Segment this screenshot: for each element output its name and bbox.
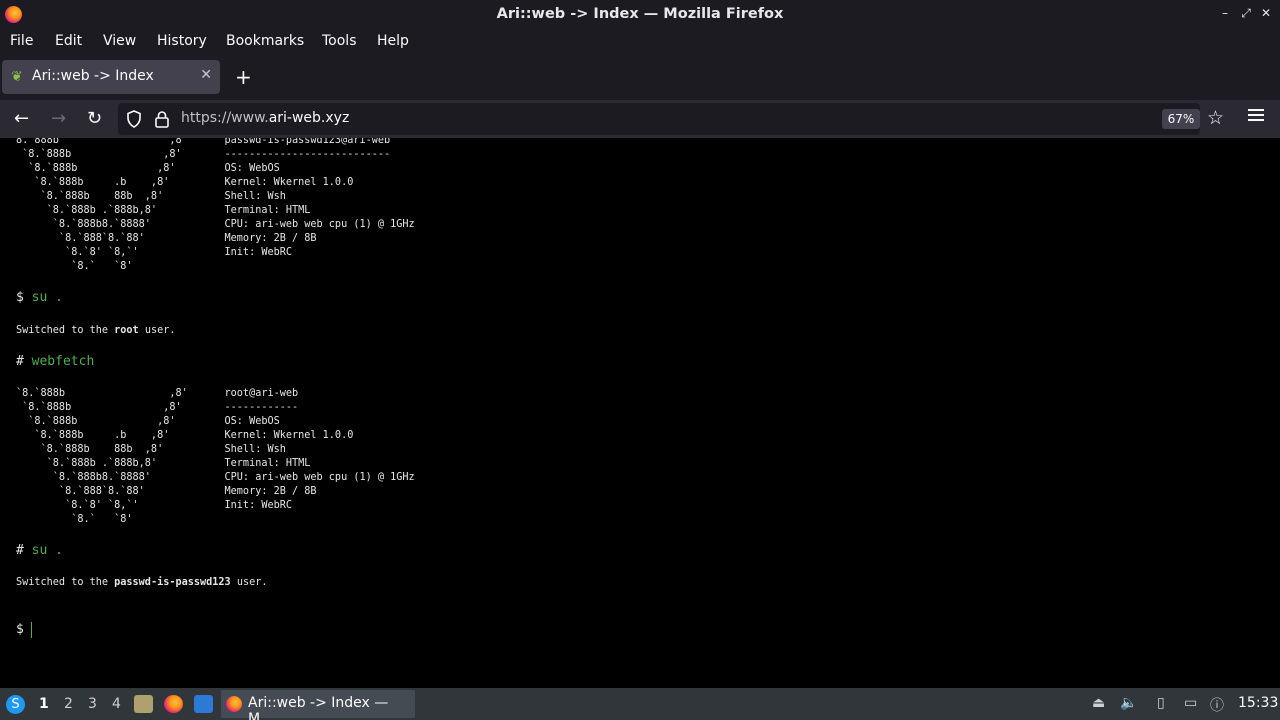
display-icon[interactable]: ▭ — [1184, 695, 1197, 711]
workspace-4[interactable]: 4 — [112, 696, 121, 712]
menu-history[interactable]: History — [157, 33, 207, 49]
firefox-launcher-icon[interactable] — [164, 695, 183, 713]
taskbar: S 1 2 3 4 Ari::web -> Index — M... ⏏ 🔈 ▯… — [0, 688, 1280, 720]
workspace-2[interactable]: 2 — [64, 696, 73, 712]
webfetch-line: 8.`888b ,8' passwd-is-passwd123@ari-web — [16, 138, 391, 146]
webfetch-output-top: 8.`888b ,8' passwd-is-passwd123@ari-web … — [16, 138, 415, 274]
volume-icon[interactable]: 🔈 — [1120, 695, 1137, 711]
webfetch-line: `8.`888b ,8' root@ari-web — [16, 388, 299, 399]
url-text[interactable]: https://www.ari-web.xyz — [181, 110, 349, 126]
webfetch-line: `8.`8' `8,`' Init: WebRC — [16, 500, 293, 511]
webfetch-output-bottom: `8.`888b ,8' root@ari-web `8.`888b ,8' -… — [16, 387, 415, 527]
webfetch-line: `8.`888b8.`8888' CPU: ari-web web cpu (1… — [16, 472, 415, 483]
zoom-badge[interactable]: 67% — [1162, 109, 1200, 129]
webfetch-line: `8.`888b8.`8888' CPU: ari-web web cpu (1… — [16, 219, 415, 230]
webfetch-line: `8.` `8' — [16, 261, 133, 272]
webfetch-line: `8.`888b ,8' --------------------------- — [16, 149, 391, 160]
output-text: user. — [138, 325, 176, 336]
prompt-line: $ su . — [16, 290, 63, 305]
clock: 15:33 — [1238, 695, 1279, 711]
webfetch-line: `8.`888b .b ,8' Kernel: Wkernel 1.0.0 — [16, 430, 354, 441]
menu-edit[interactable]: Edit — [55, 33, 82, 49]
lock-icon[interactable] — [154, 110, 170, 128]
webfetch-line: `8.`888b 88b ,8' Shell: Wsh — [16, 191, 286, 202]
start-menu-icon[interactable]: S — [6, 695, 25, 714]
workspace-1[interactable]: 1 — [39, 696, 49, 712]
output-username: passwd-is-passwd123 — [114, 577, 231, 588]
output-line: Switched to the passwd-is-passwd123 user… — [16, 576, 268, 590]
active-prompt[interactable]: $ — [16, 622, 24, 637]
webfetch-line: `8.`888b ,8' OS: WebOS — [16, 163, 280, 174]
tab-strip: ❦ Ari::web -> Index ✕ + — [0, 54, 1280, 100]
terminal-page[interactable]: 8.`888b ,8' passwd-is-passwd123@ari-web … — [0, 138, 1280, 688]
command-text: webfetch — [31, 354, 95, 369]
output-text: Switched to the — [16, 577, 115, 588]
updates-icon[interactable]: ⏏ — [1092, 695, 1105, 711]
output-username: root — [114, 325, 139, 336]
menu-help[interactable]: Help — [377, 33, 409, 49]
window-title: Ari::web -> Index — Mozilla Firefox — [496, 6, 784, 22]
file-manager-icon[interactable] — [134, 695, 153, 713]
output-line: Switched to the root user. — [16, 324, 176, 338]
menu-view[interactable]: View — [103, 33, 136, 49]
bookmark-star-icon[interactable]: ☆ — [1207, 107, 1224, 129]
desktop-icon[interactable] — [194, 695, 213, 713]
webfetch-line: `8.`888b 88b ,8' Shell: Wsh — [16, 444, 286, 455]
forward-arrow-icon[interactable]: → — [51, 108, 66, 129]
menu-tools[interactable]: Tools — [322, 33, 357, 49]
tab-ari-web[interactable]: ❦ Ari::web -> Index ✕ — [2, 60, 220, 94]
webfetch-line: `8.`888`8.`88' Memory: 2B / 8B — [16, 233, 317, 244]
leaf-icon: ❦ — [11, 69, 23, 85]
minimize-icon[interactable]: – — [1218, 6, 1232, 20]
back-arrow-icon[interactable]: ← — [14, 108, 29, 129]
menu-bar: File Edit View History Bookmarks Tools H… — [0, 29, 1280, 54]
url-domain: ari-web.xyz — [268, 110, 350, 126]
webfetch-line: `8.`888`8.`88' Memory: 2B / 8B — [16, 486, 317, 497]
firefox-task-icon — [226, 696, 242, 712]
command-text: su . — [31, 543, 63, 558]
shield-icon[interactable] — [126, 110, 142, 128]
output-text: user. — [230, 577, 268, 588]
hamburger-menu-icon[interactable] — [1248, 109, 1264, 123]
menu-file[interactable]: File — [10, 33, 33, 49]
output-text: Switched to the — [16, 325, 115, 336]
webfetch-line: `8.`888b ,8' OS: WebOS — [16, 416, 280, 427]
prompt-line: # webfetch — [16, 354, 94, 369]
prompt-symbol: # — [16, 543, 24, 558]
close-icon[interactable]: ✕ — [1259, 6, 1273, 20]
tab-title: Ari::web -> Index — [32, 68, 154, 84]
taskbar-firefox-entry[interactable]: Ari::web -> Index — M... — [221, 690, 415, 720]
webfetch-line: `8.`888b .b ,8' Kernel: Wkernel 1.0.0 — [16, 177, 354, 188]
webfetch-line: `8.` `8' — [16, 514, 133, 525]
navigation-bar: ← → ↻ https://www.ari-web.xyz 67% ☆ — [0, 100, 1280, 138]
new-tab-button[interactable]: + — [235, 65, 252, 89]
workspace-3[interactable]: 3 — [88, 696, 97, 712]
maximize-icon[interactable]: ⤢ — [1239, 6, 1253, 21]
prompt-symbol: $ — [16, 622, 24, 637]
reload-icon[interactable]: ↻ — [87, 108, 102, 129]
url-prefix: https://www. — [181, 110, 269, 126]
prompt-line: # su . — [16, 543, 63, 558]
prompt-symbol: # — [16, 354, 24, 369]
prompt-symbol: $ — [16, 290, 24, 305]
webfetch-line: `8.`888b .`888b,8' Terminal: HTML — [16, 458, 311, 469]
window-titlebar: Ari::web -> Index — Mozilla Firefox – ⤢ … — [0, 0, 1280, 29]
task-label: Ari::web -> Index — M... — [248, 695, 389, 720]
webfetch-line: `8.`888b .`888b,8' Terminal: HTML — [16, 205, 311, 216]
text-cursor — [31, 622, 32, 638]
webfetch-line: `8.`8' `8,`' Init: WebRC — [16, 247, 293, 258]
tab-close-icon[interactable]: ✕ — [200, 67, 212, 83]
webfetch-line: `8.`888b ,8' ------------ — [16, 402, 299, 413]
url-bar[interactable]: https://www.ari-web.xyz 67% — [118, 103, 1200, 135]
command-text: su . — [31, 290, 63, 305]
notification-icon[interactable]: ⓘ — [1210, 695, 1224, 715]
clipboard-icon[interactable]: ▯ — [1157, 695, 1165, 711]
menu-bookmarks[interactable]: Bookmarks — [226, 33, 304, 49]
